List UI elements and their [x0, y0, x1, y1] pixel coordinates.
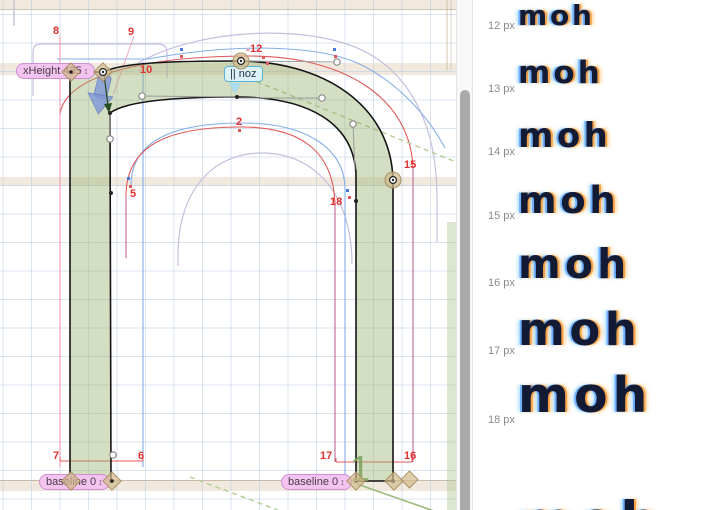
preview-sample-text: moh: [518, 182, 619, 219]
font-editor-window: 8 9 10 12 2 5 18 15 7 6 17 16 xHeight 43…: [0, 0, 719, 510]
selected-nodes[interactable]: [69, 58, 396, 483]
size-preview-panel: 12 px moh 13 px moh 14 px moh 15 px moh …: [473, 0, 719, 510]
metric-diamonds[interactable]: [62, 53, 418, 490]
preview-sample-text: moh: [518, 58, 603, 89]
preview-sample-text: moh: [518, 2, 595, 30]
scrollbar-thumb[interactable]: [460, 90, 470, 510]
preview-sample-text: moh: [518, 244, 630, 285]
preview-sample-text: moh: [518, 307, 641, 352]
metric-marker-layer: [0, 0, 456, 510]
canvas-scrollbar[interactable]: [456, 0, 473, 510]
preview-sample-text: moh: [518, 495, 663, 510]
preview-sample-text: moh: [518, 119, 611, 153]
glyph-edit-canvas[interactable]: 8 9 10 12 2 5 18 15 7 6 17 16 xHeight 43…: [0, 0, 456, 510]
preview-sample-text: moh: [518, 371, 652, 420]
